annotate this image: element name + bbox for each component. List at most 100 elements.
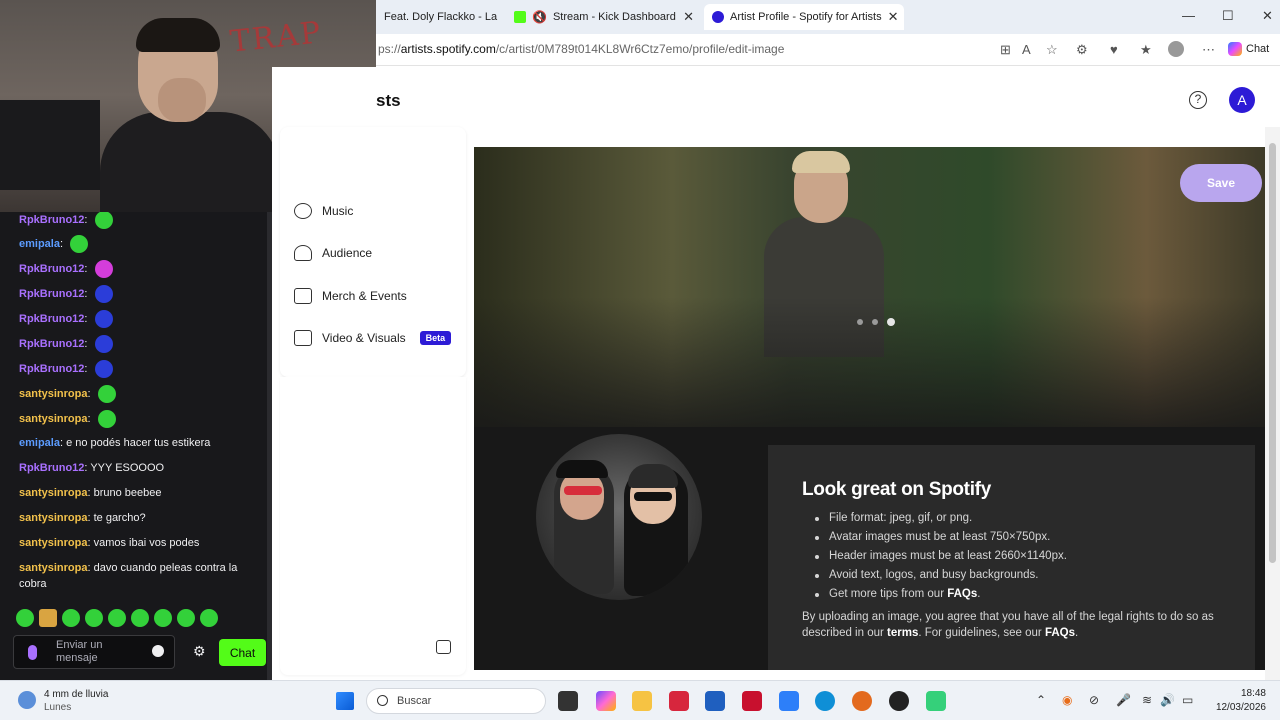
profile-avatar-icon[interactable] xyxy=(1168,41,1184,57)
copilot-chat-button[interactable]: Chat xyxy=(1228,42,1269,56)
chat-username[interactable]: RpkBruno12 xyxy=(19,363,84,375)
emote-icon[interactable] xyxy=(85,609,103,627)
tray-network-off-icon[interactable]: ⊘ xyxy=(1089,693,1099,707)
copilot-app-icon[interactable] xyxy=(596,691,616,711)
browser-essentials-icon[interactable]: ♥ xyxy=(1110,42,1118,57)
faqs-link[interactable]: FAQs xyxy=(947,588,977,600)
address-bar[interactable]: ps://artists.spotify.com/c/artist/0M789t… xyxy=(376,34,1280,66)
tab-spotify-artists[interactable]: Artist Profile - Spotify for Artists ✕ xyxy=(704,4,904,30)
close-window-icon[interactable]: ✕ xyxy=(1262,8,1273,24)
more-menu-icon[interactable]: ⋯ xyxy=(1202,42,1215,58)
taskbar-search-input[interactable]: Buscar xyxy=(366,688,546,714)
chat-username[interactable]: RpkBruno12 xyxy=(19,288,84,300)
shield-app-icon[interactable] xyxy=(669,691,689,711)
tray-chevron-icon[interactable]: ⌃ xyxy=(1036,693,1046,707)
minimize-icon[interactable]: — xyxy=(1182,8,1195,23)
guidelines-title: Look great on Spotify xyxy=(802,479,991,500)
nav-item-audience[interactable]: Audience xyxy=(294,245,372,261)
chat-text: bruno beebee xyxy=(93,487,162,499)
app-available-icon[interactable]: ⊞ xyxy=(1000,42,1011,58)
emote-icon[interactable] xyxy=(200,609,218,627)
store-icon[interactable] xyxy=(705,691,725,711)
chat-username[interactable]: santysinropa xyxy=(19,512,87,524)
weather-widget[interactable]: 4 mm de lluvia Lunes xyxy=(18,688,108,714)
maximize-icon[interactable]: ☐ xyxy=(1222,8,1234,24)
close-tab-icon[interactable]: ✕ xyxy=(888,9,899,25)
legal-text: . For guidelines, see our xyxy=(918,627,1045,639)
l-app-icon[interactable] xyxy=(742,691,762,711)
muted-speaker-icon[interactable]: 🔇 xyxy=(532,10,547,24)
chat-username[interactable]: emipala xyxy=(19,437,60,449)
kick-app-icon[interactable] xyxy=(926,691,946,711)
chat-username[interactable]: RpkBruno12 xyxy=(19,338,84,350)
chat-username[interactable]: emipala xyxy=(19,238,60,250)
close-tab-icon[interactable]: ✕ xyxy=(683,9,694,25)
chat-username[interactable]: santysinropa xyxy=(19,388,87,400)
help-icon[interactable]: ? xyxy=(1189,91,1207,109)
extensions-icon[interactable]: ⚙ xyxy=(1076,42,1088,58)
task-view-icon[interactable] xyxy=(558,691,578,711)
chat-username[interactable]: santysinropa xyxy=(19,487,87,499)
emoji-picker-icon[interactable] xyxy=(152,645,164,657)
spotify-artists-page: sts ? A Music Audience Merch & Events Vi… xyxy=(272,67,1280,680)
microphone-tray-icon[interactable]: 🎤 xyxy=(1116,693,1131,707)
outlook-icon[interactable] xyxy=(779,691,799,711)
terms-link[interactable]: terms xyxy=(887,627,918,639)
save-button[interactable]: Save xyxy=(1180,164,1262,202)
system-clock[interactable]: 18:48 12/03/2026 xyxy=(1196,687,1266,715)
image-guidelines-card: Look great on Spotify File format: jpeg,… xyxy=(768,445,1255,670)
obs-icon[interactable] xyxy=(889,691,909,711)
battery-icon[interactable]: ▭ xyxy=(1182,693,1193,707)
chat-username[interactable]: santysinropa xyxy=(19,562,87,574)
nav-item-merch-events[interactable]: Merch & Events xyxy=(294,288,407,304)
wifi-icon[interactable]: ≋ xyxy=(1142,693,1152,707)
file-explorer-icon[interactable] xyxy=(632,691,652,711)
tab-music-video[interactable]: Feat. Doly Flackko - La S ✕ xyxy=(376,4,500,30)
collapse-sidebar-icon[interactable] xyxy=(436,640,451,654)
chat-message-input[interactable]: Enviar un mensaje xyxy=(13,635,175,669)
translate-icon[interactable]: A xyxy=(1022,42,1031,57)
emote-icon[interactable] xyxy=(154,609,172,627)
chat-settings-gear-icon[interactable]: ⚙ xyxy=(193,643,206,660)
edge-icon[interactable] xyxy=(815,691,835,711)
chat-username[interactable]: RpkBruno12 xyxy=(19,263,84,275)
tab-kick-dashboard[interactable]: 🔇 Stream - Kick Dashboard ✕ xyxy=(506,4,702,30)
emote-icon[interactable] xyxy=(177,609,195,627)
chat-message: emipala: xyxy=(19,235,259,253)
avatar-image[interactable] xyxy=(536,434,702,600)
url-text[interactable]: ps://artists.spotify.com/c/artist/0M789t… xyxy=(378,42,784,56)
image-editor: Save Look great on Spotify File format: … xyxy=(474,147,1265,670)
volume-icon[interactable]: 🔊 xyxy=(1160,693,1175,707)
emote-icon[interactable] xyxy=(16,609,34,627)
emote-icon[interactable] xyxy=(108,609,126,627)
microphone-icon[interactable] xyxy=(28,645,37,660)
music-icon xyxy=(294,203,312,219)
nav-item-label: Music xyxy=(322,204,354,218)
account-avatar[interactable]: A xyxy=(1229,87,1255,113)
chat-username[interactable]: RpkBruno12 xyxy=(19,313,84,325)
beta-badge: Beta xyxy=(419,331,452,345)
nav-item-video-visuals[interactable]: Video & Visuals Beta xyxy=(294,330,452,346)
emote-icon[interactable] xyxy=(39,609,57,627)
copilot-icon xyxy=(1228,42,1242,56)
kick-icon xyxy=(514,11,526,23)
page-scrollbar[interactable] xyxy=(1265,127,1280,680)
emote-icon xyxy=(94,260,113,278)
chat-username[interactable]: RpkBruno12 xyxy=(19,462,84,474)
tray-app-icon[interactable]: ◉ xyxy=(1062,693,1072,707)
faqs-link[interactable]: FAQs xyxy=(1045,627,1075,639)
favorites-icon[interactable]: ★ xyxy=(1140,42,1152,58)
page-scrollbar-thumb[interactable] xyxy=(1269,143,1276,563)
windows-start-icon[interactable] xyxy=(336,692,354,710)
chat-username[interactable]: santysinropa xyxy=(19,537,87,549)
emote-icon[interactable] xyxy=(62,609,80,627)
spotify-for-artists-logo[interactable]: sts xyxy=(376,91,401,111)
nav-item-music[interactable]: Music xyxy=(294,203,353,219)
chat-username[interactable]: santysinropa xyxy=(19,413,87,425)
emote-icon[interactable] xyxy=(131,609,149,627)
favorite-star-icon[interactable]: ☆ xyxy=(1046,42,1058,58)
tips-text: Get more tips from our xyxy=(829,588,948,600)
fl-studio-icon[interactable] xyxy=(852,691,872,711)
chat-send-button[interactable]: Chat xyxy=(219,639,266,666)
chat-username[interactable]: RpkBruno12 xyxy=(19,214,84,226)
